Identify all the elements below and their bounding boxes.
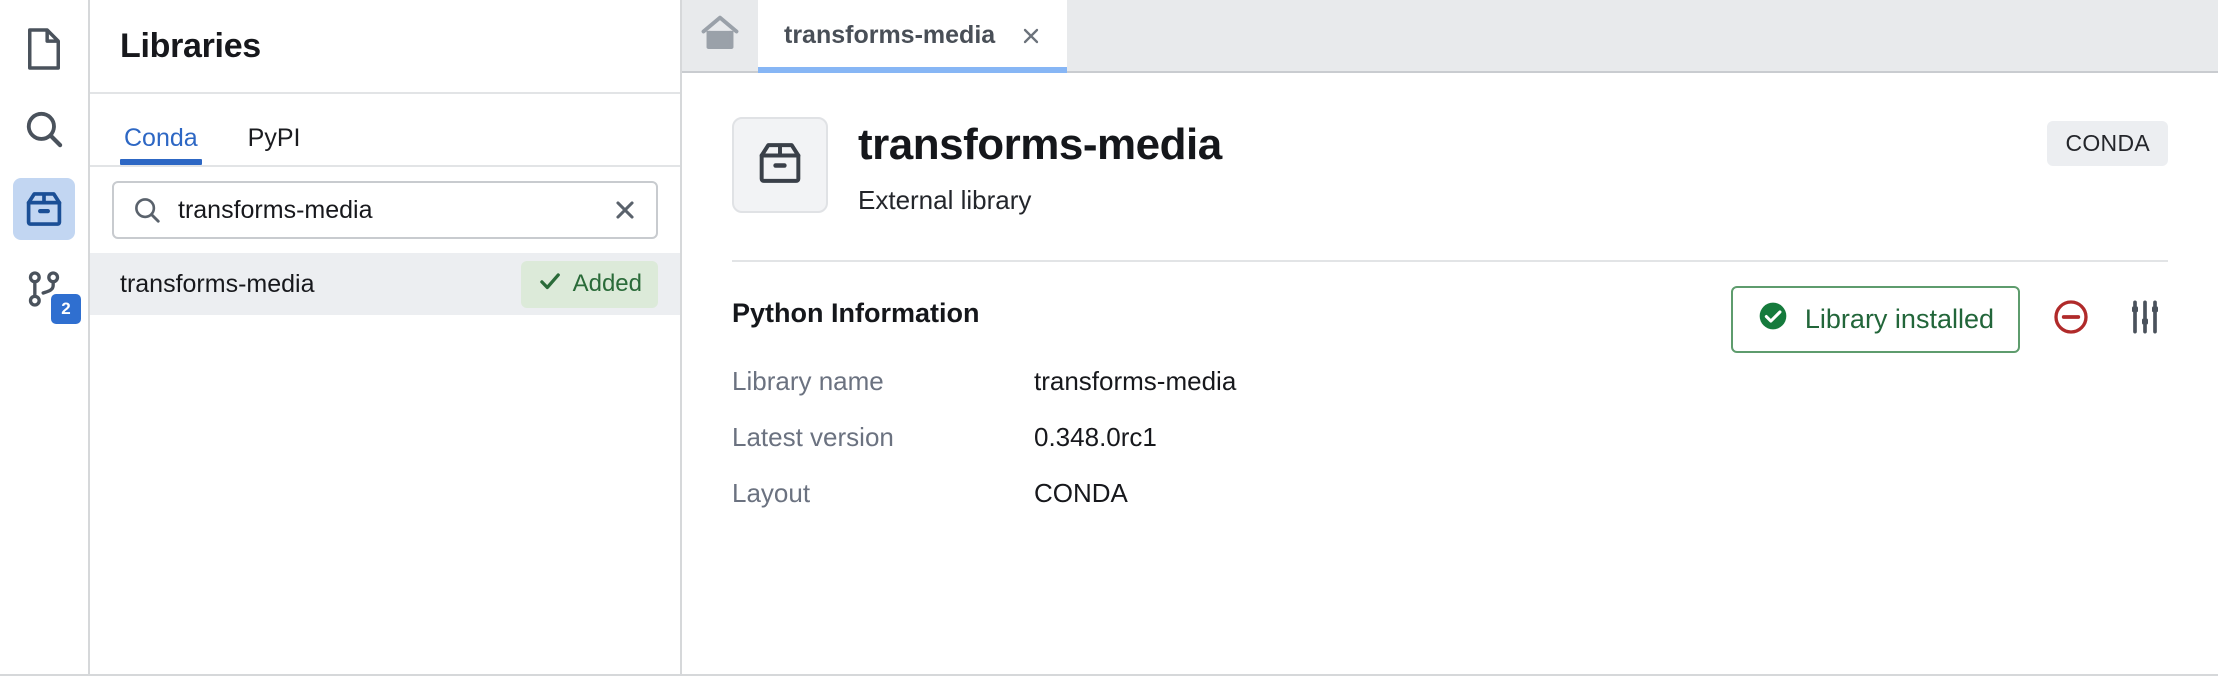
rail-item-project-files[interactable] (13, 18, 75, 80)
rail-item-search[interactable] (13, 98, 75, 160)
home-tab[interactable] (682, 0, 758, 71)
tab-pypi[interactable]: PyPI (244, 124, 305, 165)
package-avatar (732, 117, 828, 213)
editor-area: transforms-media transforms-media Extern… (682, 0, 2218, 674)
libraries-panel: Libraries Conda PyPI transforms-media tr… (90, 0, 682, 674)
file-icon (25, 26, 63, 72)
field-label: Latest version (732, 421, 894, 452)
package-header: transforms-media External library CONDA (732, 117, 2168, 216)
package-actions: Library installed (1730, 286, 2168, 354)
package-titles: transforms-media External library (858, 117, 1222, 216)
library-source-tabs: Conda PyPI (90, 94, 680, 167)
search-container (90, 167, 680, 253)
field-label: Library name (732, 365, 884, 396)
libraries-panel-header: Libraries (90, 0, 680, 94)
home-icon (700, 14, 740, 57)
package-icon (755, 138, 805, 193)
status-badge-label: Added (572, 270, 642, 297)
library-settings-button[interactable] (2122, 297, 2168, 343)
activity-rail: 2 (0, 0, 90, 674)
search-input[interactable] (162, 195, 608, 225)
uninstall-button[interactable] (2048, 297, 2094, 343)
editor-tab-label: transforms-media (784, 21, 996, 49)
search-box[interactable] (112, 181, 658, 239)
package-detail-view: transforms-media External library CONDA … (682, 73, 2218, 674)
tab-conda-label: Conda (124, 124, 198, 152)
library-results-list: transforms-media Added (90, 253, 680, 674)
status-badge: Added (520, 260, 658, 308)
close-icon[interactable] (1017, 22, 1045, 50)
check-icon (537, 268, 563, 301)
ide-window: 2 Libraries Conda PyPI transforms-media … (0, 0, 2218, 676)
table-row: Latest version 0.348.0rc1 (732, 409, 2168, 465)
version-control-badge: 2 (51, 294, 81, 324)
section-divider (732, 260, 2168, 263)
panel-title: Libraries (120, 26, 261, 65)
list-item[interactable]: transforms-media Added (90, 253, 680, 315)
library-name: transforms-media (120, 269, 315, 298)
package-icon (23, 188, 65, 230)
library-installed-button[interactable]: Library installed (1730, 286, 2020, 354)
search-icon (23, 108, 65, 150)
source-chip: CONDA (2047, 121, 2168, 166)
editor-tab-bar: transforms-media (682, 0, 2218, 73)
field-value: transforms-media (1034, 365, 1237, 396)
rail-item-version-control[interactable]: 2 (13, 258, 81, 324)
editor-tab-transforms-media[interactable]: transforms-media (758, 0, 1068, 73)
field-label: Layout (732, 477, 811, 508)
field-value: 0.348.0rc1 (1034, 421, 1157, 452)
table-row: Layout CONDA (732, 465, 2168, 521)
clear-search-icon[interactable] (608, 193, 642, 227)
search-icon (132, 195, 162, 225)
info-table: Library name transforms-media Latest ver… (732, 353, 2168, 521)
page-title: transforms-media (858, 120, 1222, 169)
tab-conda[interactable]: Conda (120, 124, 202, 165)
rail-item-libraries[interactable] (13, 178, 75, 240)
minus-circle-icon (2051, 297, 2091, 342)
python-information-section: Python Information Library name transfor… (732, 286, 2168, 521)
tab-pypi-label: PyPI (247, 124, 301, 152)
check-circle-icon (1757, 300, 1789, 339)
table-row: Library name transforms-media (732, 353, 2168, 409)
sliders-icon (2125, 297, 2165, 342)
field-value: CONDA (1034, 477, 1128, 508)
library-installed-label: Library installed (1804, 304, 1994, 335)
package-subtitle: External library (858, 185, 1032, 216)
